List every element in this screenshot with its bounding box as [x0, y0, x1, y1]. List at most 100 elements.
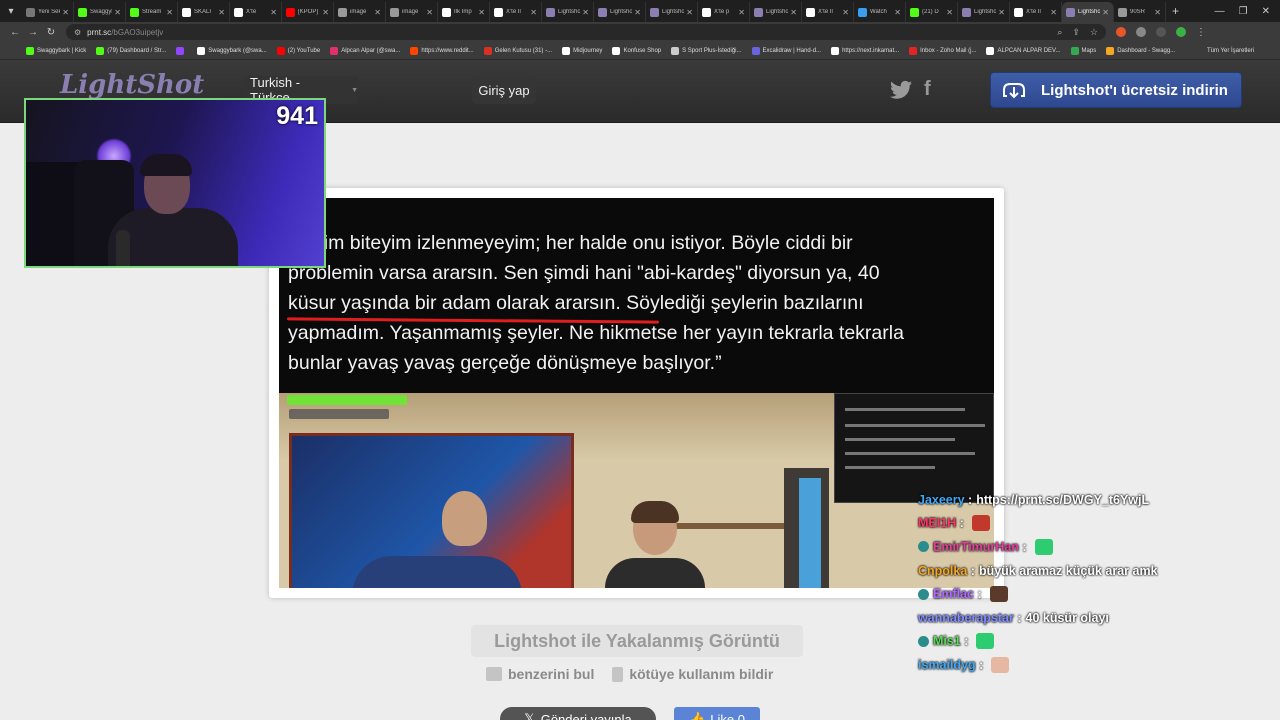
tab-close-icon[interactable]: ✕ — [478, 8, 485, 17]
tab-close-icon[interactable]: ✕ — [738, 8, 745, 17]
browser-tab[interactable]: X'te İl ✕ — [802, 2, 854, 22]
browser-tab[interactable]: [KPOP] ✕ — [282, 2, 334, 22]
bookmark-item[interactable]: Inbox - Zoho Mail (j... — [909, 46, 976, 55]
browser-tab[interactable]: Lightshot ✕ — [750, 2, 802, 22]
tab-close-icon[interactable]: ✕ — [218, 8, 225, 17]
browser-tab[interactable]: Yeni Sekme✕ — [22, 2, 74, 22]
browser-tab[interactable]: 90SR ✕ — [1114, 2, 1166, 22]
bookmark-item[interactable]: Gelen Kutusu (31) -... — [483, 46, 552, 55]
share-icon[interactable]: ⇪ — [1072, 27, 1080, 38]
browser-tab[interactable]: X'te ✕ — [230, 2, 282, 22]
bookmark-item[interactable]: (2) YouTube — [276, 46, 320, 55]
tab-close-icon[interactable]: ✕ — [582, 8, 589, 17]
browser-tab[interactable]: SKALI ✕ — [178, 2, 230, 22]
bookmark-item[interactable]: ALPCAN ALPAR DEV... — [986, 46, 1061, 55]
tab-close-icon[interactable]: ✕ — [790, 8, 797, 17]
twitter-icon[interactable] — [890, 80, 912, 100]
tab-close-icon[interactable]: ✕ — [998, 8, 1005, 17]
close-window-icon[interactable]: ✕ — [1262, 6, 1270, 17]
bookmark-item[interactable]: Konfuse Shop — [612, 46, 661, 55]
bookmark-item[interactable]: Maps — [1070, 46, 1096, 55]
tab-close-icon[interactable]: ✕ — [270, 8, 277, 17]
facebook-icon[interactable]: f — [924, 78, 938, 100]
sidebar-icon[interactable] — [1156, 27, 1166, 37]
tab-close-icon[interactable]: ✕ — [842, 8, 849, 17]
new-tab-icon[interactable]: + — [1172, 4, 1179, 18]
tab-close-icon[interactable]: ✕ — [114, 8, 121, 17]
browser-tab[interactable]: (21) D ✕ — [906, 2, 958, 22]
chat-username[interactable]: Mis1 — [933, 634, 961, 648]
bookmark-item[interactable]: Midjourney — [562, 46, 602, 55]
bookmark-item[interactable]: Alpcan Alpar (@swa... — [330, 46, 400, 55]
bookmark-item[interactable]: S Sport Plus-İstediği... — [671, 46, 742, 55]
browser-menu-icon[interactable]: ⋮ — [1196, 27, 1206, 38]
browser-tab[interactable]: Watch ✕ — [854, 2, 906, 22]
tab-close-icon[interactable]: ✕ — [426, 8, 433, 17]
back-icon[interactable]: ← — [6, 27, 24, 38]
tab-close-icon[interactable]: ✕ — [1102, 8, 1109, 17]
site-info-icon[interactable]: ⚙ — [74, 28, 81, 37]
bookmark-item[interactable] — [176, 46, 187, 55]
browser-tab[interactable]: Lightshot ✕ — [958, 2, 1010, 22]
tweet-button[interactable]: 𝕏 Gönderi yayınla — [500, 707, 656, 720]
browser-tab[interactable]: Swaggybark✕ — [74, 2, 126, 22]
bookmark-item[interactable]: Dashboard - Swagg... — [1106, 46, 1175, 55]
screenshot-image[interactable]: öleyim biteyim izlenmeyeyim; her halde o… — [279, 198, 994, 588]
bookmark-item[interactable]: (79) Dashboard / Str... — [96, 46, 166, 55]
chat-username[interactable]: EmirTimurHan — [933, 540, 1019, 554]
chat-username[interactable]: MEI1H — [918, 516, 956, 530]
browser-tab[interactable]: Lightshot ✕ — [1062, 2, 1114, 22]
tab-close-icon[interactable]: ✕ — [374, 8, 381, 17]
tab-close-icon[interactable]: ✕ — [894, 8, 901, 17]
bookmark-favicon-icon — [986, 46, 995, 55]
login-button[interactable]: Giriş yap — [472, 76, 536, 104]
tab-close-icon[interactable]: ✕ — [322, 8, 329, 17]
extension-puzzle-icon[interactable] — [1136, 27, 1146, 37]
chat-username[interactable]: wannaberapstar — [918, 611, 1014, 625]
browser-tab[interactable]: X'te p ✕ — [698, 2, 750, 22]
download-button[interactable]: Lightshot'ı ücretsiz indirin — [990, 72, 1242, 108]
browser-tab[interactable]: X'te İl ✕ — [1010, 2, 1062, 22]
bookmark-star-icon[interactable]: ☆ — [1090, 27, 1098, 38]
browser-tab[interactable]: X'te İl ✕ — [490, 2, 542, 22]
tab-close-icon[interactable]: ✕ — [946, 8, 953, 17]
url-input[interactable]: ⚙ prnt.sc/bGAO3uipetjv ⌕ ⇪ ☆ — [66, 24, 1106, 40]
chat-username[interactable]: ismaildyg — [918, 658, 976, 672]
tab-close-icon[interactable]: ✕ — [62, 8, 69, 17]
reload-icon[interactable]: ↻ — [42, 27, 60, 38]
zoom-icon[interactable]: ⌕ — [1057, 27, 1062, 38]
tab-close-icon[interactable]: ✕ — [530, 8, 537, 17]
lightshot-logo[interactable]: LightShot — [60, 70, 204, 100]
forward-icon[interactable]: → — [24, 27, 42, 38]
chat-username[interactable]: Cnpolka — [918, 564, 967, 578]
browser-tab[interactable]: image ✕ — [334, 2, 386, 22]
tab-close-icon[interactable]: ✕ — [1154, 8, 1161, 17]
bookmark-item[interactable]: Excalidraw | Hand-d... — [751, 46, 821, 55]
minimize-icon[interactable]: — — [1215, 6, 1225, 17]
bookmark-item[interactable]: Swaggybark | Kick — [26, 46, 86, 55]
chat-username[interactable]: Emflac — [933, 587, 974, 601]
bookmark-item[interactable]: https://next.inkamat... — [831, 46, 899, 55]
browser-tab[interactable]: Lightshot ✕ — [594, 2, 646, 22]
bookmark-item[interactable]: https://www.reddit... — [410, 46, 474, 55]
browser-tab[interactable]: Stream ✕ — [126, 2, 178, 22]
profile-avatar-icon[interactable] — [1176, 27, 1186, 37]
chat-username[interactable]: Jaxeery — [918, 493, 965, 507]
extension-icon[interactable] — [1116, 27, 1126, 37]
tab-close-icon[interactable]: ✕ — [1050, 8, 1057, 17]
browser-tab[interactable]: image ✕ — [386, 2, 438, 22]
find-similar-link[interactable]: benzerini bul — [486, 666, 594, 682]
tab-search-icon[interactable]: ▾ — [0, 0, 22, 22]
tab-favicon-icon — [1118, 7, 1127, 17]
maximize-icon[interactable]: ❐ — [1239, 6, 1248, 17]
like-button[interactable]: 👍 Like 0 — [674, 707, 760, 720]
browser-tab[interactable]: Lightshot ✕ — [542, 2, 594, 22]
report-abuse-link[interactable]: kötüye kullanım bildir — [612, 666, 773, 682]
tab-close-icon[interactable]: ✕ — [634, 8, 641, 17]
browser-tab[interactable]: İlk İmp ✕ — [438, 2, 490, 22]
browser-tab[interactable]: Lightshot ✕ — [646, 2, 698, 22]
bookmark-item[interactable]: Swaggybark (@swa... — [197, 46, 267, 55]
tab-close-icon[interactable]: ✕ — [166, 8, 173, 17]
tab-close-icon[interactable]: ✕ — [686, 8, 693, 17]
all-bookmarks-link[interactable]: Tüm Yer İşaretleri — [1207, 48, 1254, 54]
